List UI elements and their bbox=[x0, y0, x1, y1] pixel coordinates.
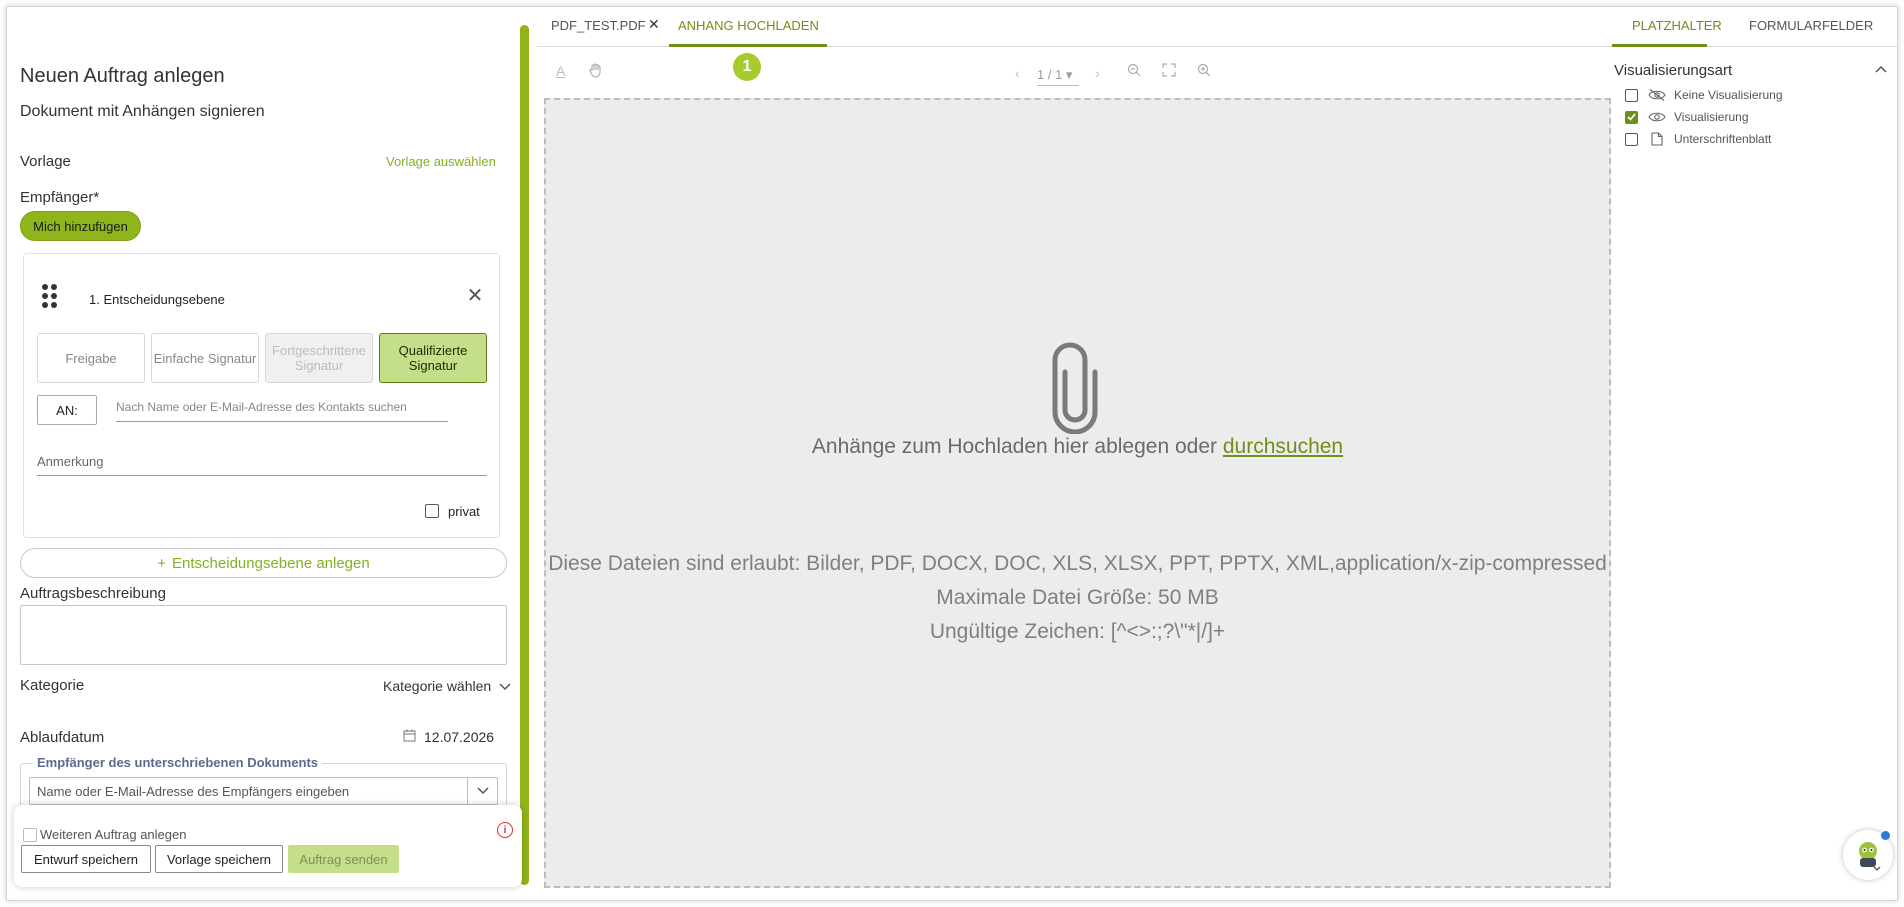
page-selector[interactable]: 1 / 1 ▾ bbox=[1037, 67, 1079, 86]
page-subtitle: Dokument mit Anhängen signieren bbox=[20, 103, 265, 120]
viz-visual-checkbox[interactable] bbox=[1625, 110, 1638, 124]
category-label: Kategorie bbox=[20, 677, 85, 694]
add-decision-level-button[interactable]: + Entscheidungsebene anlegen bbox=[20, 548, 507, 578]
active-right-tab-indicator bbox=[1612, 44, 1707, 47]
description-textarea[interactable] bbox=[20, 605, 507, 665]
tab-pdf-test[interactable]: PDF_TEST.PDF bbox=[551, 18, 646, 33]
active-tab-indicator bbox=[669, 44, 827, 47]
contact-search-input[interactable]: Nach Name oder E-Mail-Adresse des Kontak… bbox=[116, 400, 448, 422]
an-button[interactable]: AN: bbox=[37, 395, 97, 425]
viz-none-label: Keine Visualisierung bbox=[1674, 88, 1783, 102]
max-size-text: Maximale Datei Größe: 50 MB bbox=[936, 586, 1219, 609]
browse-link[interactable]: durchsuchen bbox=[1223, 435, 1343, 458]
step-badge: 1 bbox=[733, 53, 761, 81]
drop-instruction: Anhänge zum Hochladen hier ablegen oder … bbox=[544, 435, 1611, 459]
sig-qualified-button[interactable]: Qualifizierte Signatur bbox=[379, 333, 487, 383]
viz-none-checkbox[interactable] bbox=[1625, 88, 1638, 102]
tab-placeholder[interactable]: PLATZHALTER bbox=[1632, 18, 1722, 33]
signed-recipient-legend: Empfänger des unterschriebenen Dokuments bbox=[33, 755, 323, 770]
allowed-files-text: Diese Dateien sind erlaubt: Bilder, PDF,… bbox=[548, 552, 1607, 575]
save-template-button[interactable]: Vorlage speichern bbox=[155, 845, 283, 873]
calendar-icon bbox=[403, 729, 416, 745]
zoom-in-icon[interactable] bbox=[1197, 63, 1211, 80]
template-label: Vorlage bbox=[20, 153, 71, 170]
category-select[interactable]: Kategorie wählen bbox=[383, 678, 511, 694]
invalid-chars-text: Ungültige Zeichen: [^<>:;?\"*|/]+ bbox=[929, 620, 1226, 643]
remark-input[interactable]: Anmerkung bbox=[37, 454, 487, 476]
visualization-title: Visualisierungsart bbox=[1614, 62, 1733, 79]
paperclip-icon bbox=[1045, 342, 1105, 439]
app-window: Neuen Auftrag anlegen Dokument mit Anhän… bbox=[6, 6, 1898, 901]
viz-sheet-label: Unterschriftenblatt bbox=[1674, 132, 1772, 146]
signed-recipient-placeholder: Name oder E-Mail-Adresse des Empfängers … bbox=[37, 783, 350, 799]
add-level-label: Entscheidungsebene anlegen bbox=[172, 554, 370, 572]
save-draft-button[interactable]: Entwurf speichern bbox=[21, 845, 151, 873]
level-title: 1. Entscheidungsebene bbox=[89, 292, 225, 307]
private-label: privat bbox=[448, 504, 480, 519]
chevron-left-icon[interactable]: ‹ bbox=[1015, 65, 1020, 81]
close-icon[interactable]: ✕ bbox=[648, 16, 660, 33]
viz-option-visual[interactable]: Visualisierung bbox=[1625, 110, 1749, 124]
order-form-panel: Neuen Auftrag anlegen Dokument mit Anhän… bbox=[7, 7, 517, 900]
text-select-icon[interactable]: A bbox=[556, 63, 565, 79]
another-order-label: Weiteren Auftrag anlegen bbox=[40, 827, 187, 842]
add-me-button[interactable]: Mich hinzufügen bbox=[20, 211, 141, 241]
info-icon[interactable]: i bbox=[497, 822, 513, 838]
sig-simple-button[interactable]: Einfache Signatur bbox=[151, 333, 259, 383]
chevron-down-icon[interactable] bbox=[467, 778, 497, 804]
recipients-label: Empfänger* bbox=[20, 189, 100, 206]
expiry-label: Ablaufdatum bbox=[20, 729, 105, 746]
right-panel-tabs: PLATZHALTER FORMULARFELDER bbox=[1612, 7, 1897, 47]
description-label: Auftragsbeschreibung bbox=[20, 585, 166, 602]
sig-release-button[interactable]: Freigabe bbox=[37, 333, 145, 383]
decision-level-card: 1. Entscheidungsebene ✕ Freigabe Einfach… bbox=[23, 253, 500, 538]
send-order-button: Auftrag senden bbox=[288, 845, 399, 873]
private-checkbox[interactable] bbox=[425, 504, 439, 518]
close-icon[interactable]: ✕ bbox=[465, 286, 485, 306]
select-template-link[interactable]: Vorlage auswählen bbox=[386, 154, 496, 169]
plus-icon: + bbox=[157, 554, 167, 572]
viz-visual-label: Visualisierung bbox=[1674, 110, 1749, 124]
signed-recipient-input[interactable]: Name oder E-Mail-Adresse des Empfängers … bbox=[29, 777, 498, 805]
document-tabs: PDF_TEST.PDF ✕ ANHANG HOCHLADEN bbox=[537, 7, 1612, 47]
zoom-out-icon[interactable] bbox=[1127, 63, 1141, 80]
drop-instruction-text: Anhänge zum Hochladen hier ablegen oder bbox=[811, 435, 1223, 458]
viz-option-none[interactable]: Keine Visualisierung bbox=[1625, 88, 1783, 102]
page-title: Neuen Auftrag anlegen bbox=[20, 65, 225, 87]
left-panel-scrollbar[interactable] bbox=[520, 25, 529, 885]
hand-tool-icon[interactable] bbox=[588, 62, 604, 81]
document-icon bbox=[1648, 132, 1666, 146]
chevron-down-icon bbox=[499, 678, 511, 694]
notification-dot bbox=[1881, 831, 1890, 840]
expiry-date-field[interactable]: 12.07.2026 bbox=[403, 729, 494, 745]
tab-upload-attachment[interactable]: ANHANG HOCHLADEN bbox=[678, 18, 819, 33]
eye-icon bbox=[1648, 111, 1666, 123]
sig-advanced-button: Fortgeschrittene Signatur bbox=[265, 333, 373, 383]
viz-sheet-checkbox[interactable] bbox=[1625, 132, 1638, 146]
fullscreen-icon[interactable] bbox=[1162, 63, 1176, 80]
chevron-up-icon[interactable] bbox=[1875, 60, 1887, 76]
tab-form-fields[interactable]: FORMULARFELDER bbox=[1749, 18, 1873, 33]
attachment-drop-zone[interactable] bbox=[544, 98, 1611, 888]
eye-off-icon bbox=[1648, 89, 1666, 101]
category-value: Kategorie wählen bbox=[383, 678, 492, 694]
page-indicator: 1 / 1 bbox=[1037, 67, 1063, 82]
expiry-value: 12.07.2026 bbox=[424, 729, 495, 745]
drag-handle-icon[interactable] bbox=[42, 284, 58, 308]
viz-option-sheet[interactable]: Unterschriftenblatt bbox=[1625, 132, 1771, 146]
chevron-right-icon[interactable]: › bbox=[1095, 65, 1100, 81]
another-order-checkbox[interactable] bbox=[23, 828, 37, 842]
